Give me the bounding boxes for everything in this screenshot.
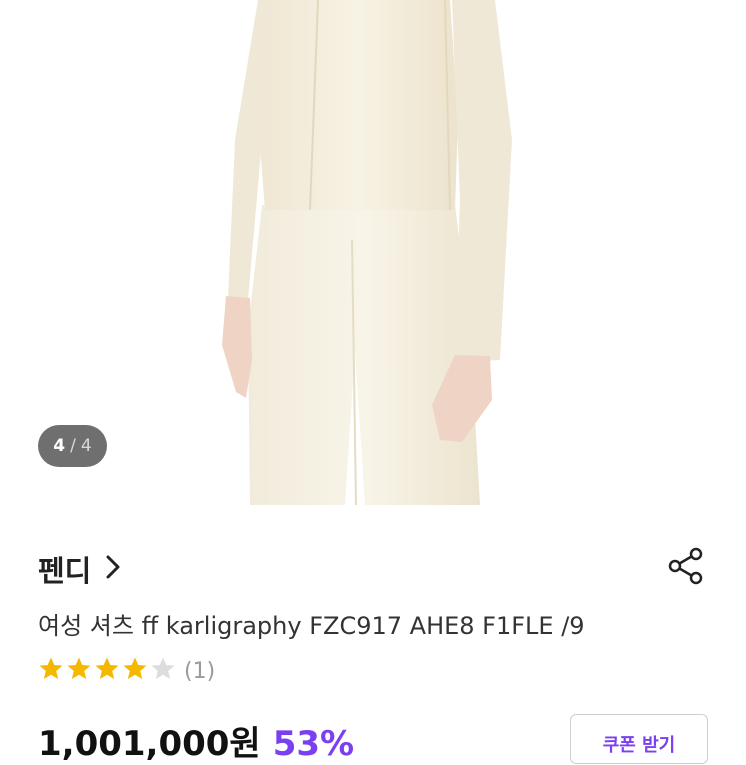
rating-stars xyxy=(38,656,178,686)
image-counter-current: 4 xyxy=(53,436,66,456)
star-filled-icon xyxy=(38,656,64,682)
star-filled-icon xyxy=(122,656,148,682)
discount-rate: 53% xyxy=(272,724,355,764)
review-count: (1) xyxy=(184,658,216,684)
product-title: 여성 셔츠 ff karligraphy FZC917 AHE8 F1FLE /… xyxy=(38,612,585,640)
product-price: 1,001,000원 xyxy=(38,724,261,764)
image-counter-total: 4 xyxy=(80,436,92,456)
coupon-button-label: 쿠폰 받기 xyxy=(602,735,676,756)
star-filled-icon xyxy=(94,656,120,682)
product-rating[interactable]: (1) xyxy=(38,656,215,686)
coupon-button[interactable]: 쿠폰 받기 xyxy=(570,714,708,764)
star-filled-icon xyxy=(66,656,92,682)
product-photo xyxy=(222,0,512,506)
image-counter-separator: / xyxy=(70,436,76,456)
star-empty-icon xyxy=(150,656,176,682)
brand-name: 펜디 xyxy=(38,554,92,588)
price-row: 1,001,000원 53% xyxy=(38,716,354,765)
brand-link[interactable]: 펜디 xyxy=(38,548,121,590)
share-icon[interactable] xyxy=(666,546,706,586)
product-image-gallery[interactable]: 4 / 4 xyxy=(0,0,746,515)
chevron-right-icon xyxy=(105,555,121,583)
image-counter: 4 / 4 xyxy=(38,425,107,467)
